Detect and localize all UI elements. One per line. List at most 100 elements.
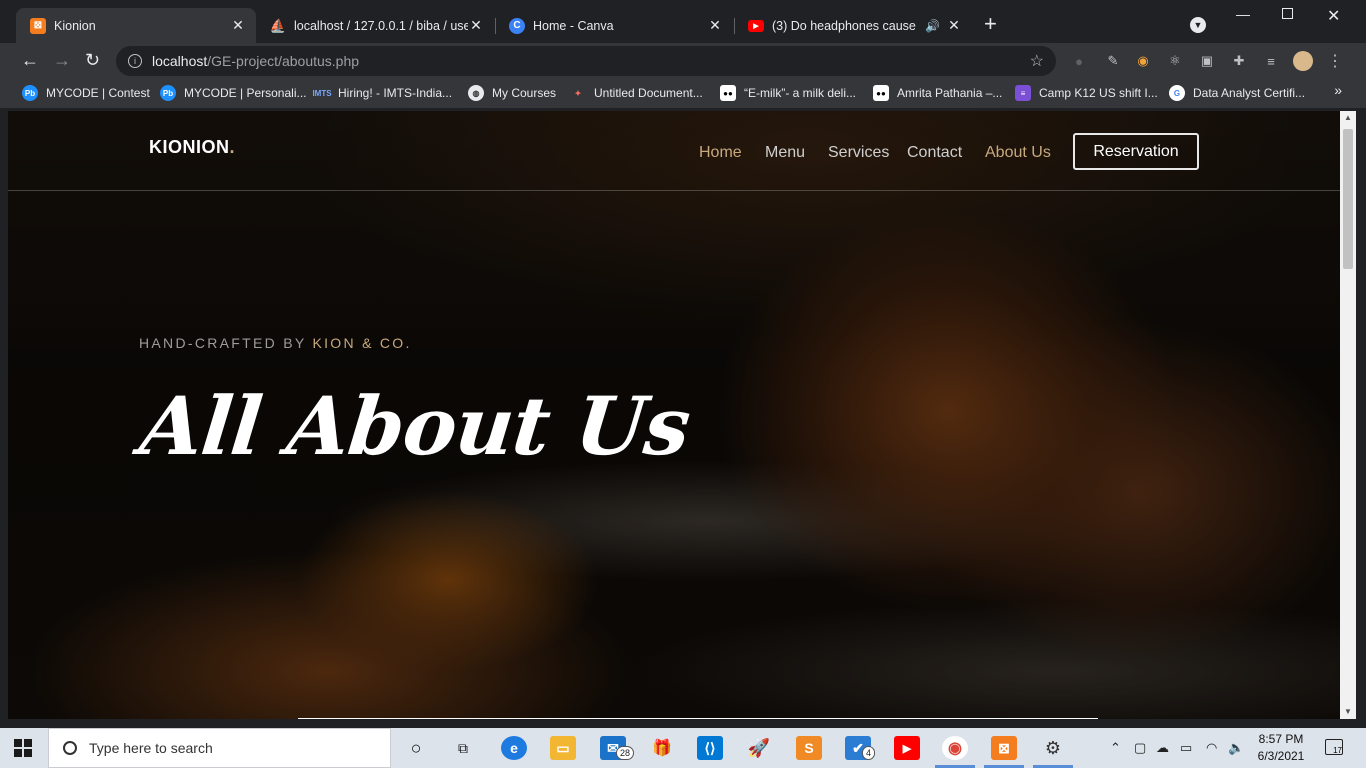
window-bottom-edge — [0, 719, 1366, 728]
profile-avatar[interactable] — [1293, 51, 1313, 71]
chrome-menu-icon[interactable]: ⋮ — [1326, 52, 1344, 70]
bookmark-item[interactable]: G Data Analyst Certifi... — [1169, 84, 1305, 102]
nav-services[interactable]: Services — [828, 144, 889, 162]
tab-phpmyadmin[interactable]: ⛵ localhost / 127.0.0.1 / biba / user ✕ — [256, 8, 494, 43]
bookmark-label: “E-milk”- a milk deli... — [744, 86, 857, 100]
scrollbar-thumb[interactable] — [1343, 129, 1353, 269]
bookmark-item[interactable]: ●● “E-milk”- a milk deli... — [720, 84, 856, 102]
google-icon: G — [1169, 85, 1185, 101]
bookmark-item[interactable]: IMTS Hiring! - IMTS-India... — [312, 84, 453, 102]
url-path: /GE-project/aboutus.php — [207, 53, 360, 69]
medium-icon: ●● — [720, 85, 736, 101]
rocket-app-icon[interactable]: 🚀 — [746, 736, 772, 760]
xampp-icon[interactable]: ⊠ — [991, 736, 1017, 760]
maximize-button[interactable] — [1282, 8, 1293, 19]
close-tab-icon[interactable]: ✕ — [468, 17, 484, 34]
bookmarks-overflow-icon[interactable]: » — [1334, 82, 1342, 98]
close-window-button[interactable]: ✕ — [1327, 6, 1340, 26]
notification-center-icon[interactable]: 17 — [1325, 739, 1343, 755]
extensions-puzzle-icon[interactable]: ✚ — [1230, 52, 1248, 70]
onedrive-icon[interactable]: ☁ — [1156, 740, 1169, 756]
youtube-app-icon[interactable]: ▶ — [894, 736, 920, 760]
taskbar-search-box[interactable]: Type here to search — [48, 728, 391, 768]
chrome-icon[interactable]: ◉ — [942, 736, 968, 760]
bookmark-star-icon[interactable]: ☆ — [1030, 51, 1044, 71]
back-button[interactable]: ← — [21, 50, 39, 70]
settings-gear-icon[interactable]: ⚙ — [1040, 736, 1066, 760]
sublime-text-icon[interactable]: S — [796, 736, 822, 760]
address-bar[interactable]: i localhost/GE-project/aboutus.php ☆ — [116, 46, 1056, 76]
meet-now-icon[interactable]: ▢ — [1134, 740, 1146, 756]
clock-date: 6/3/2021 — [1257, 749, 1305, 763]
bookmark-item[interactable]: Pb MYCODE | Personali... — [160, 84, 306, 102]
bookmark-item[interactable]: ≡ Camp K12 US shift I... — [1015, 84, 1158, 102]
tab-title: Home - Canva — [533, 18, 614, 33]
forward-button[interactable]: → — [53, 50, 71, 70]
browser-toolbar: ← → ↻ i localhost/GE-project/aboutus.php… — [0, 43, 1366, 79]
eyebrow-brand: KION & CO. — [312, 335, 412, 351]
todo-badge: 4 — [862, 746, 876, 760]
tray-overflow-icon[interactable]: ⌃ — [1110, 740, 1121, 756]
task-view-icon[interactable]: ⧉ — [450, 736, 476, 760]
tab-canva[interactable]: C Home - Canva ✕ — [495, 8, 733, 43]
volume-icon[interactable]: 🔈 — [1228, 740, 1244, 756]
bookmark-label: Camp K12 US shift I... — [1039, 86, 1158, 100]
nav-menu[interactable]: Menu — [765, 144, 805, 162]
bookmark-label: My Courses — [492, 86, 557, 100]
tab-title: (3) Do headphones cause he — [772, 18, 920, 33]
bookmark-item[interactable]: ●● Amrita Pathania –... — [873, 84, 1002, 102]
screen-capture-icon[interactable]: ▣ — [1198, 52, 1216, 70]
vscode-icon[interactable]: ⟨⟩ — [697, 736, 723, 760]
windows-taskbar: Type here to search ○ ⧉ e ▭ ✉ 28 🎁 ⟨⟩ 🚀 … — [0, 728, 1366, 768]
tab-kionion[interactable]: ⊠ Kionion ✕ — [16, 8, 256, 43]
new-tab-button[interactable]: + — [984, 13, 997, 35]
nav-home[interactable]: Home — [699, 144, 742, 162]
tab-youtube[interactable]: ▶ (3) Do headphones cause he 🔊 ✕ — [734, 8, 972, 43]
site-header: KIONION. Home Menu Services Contact Abou… — [8, 111, 1340, 191]
bookmark-label: Amrita Pathania –... — [897, 86, 1003, 100]
bookmark-label: Hiring! - IMTS-India... — [338, 86, 453, 100]
mycode-icon: Pb — [160, 85, 176, 101]
scroll-up-arrow-icon[interactable]: ▲ — [1340, 111, 1356, 125]
site-info-icon[interactable]: i — [128, 54, 142, 68]
close-tab-icon[interactable]: ✕ — [230, 17, 246, 34]
scroll-down-arrow-icon[interactable]: ▼ — [1340, 705, 1356, 719]
battery-icon[interactable]: ▭ — [1180, 740, 1192, 756]
close-tab-icon[interactable]: ✕ — [707, 17, 723, 34]
reservation-button[interactable]: Reservation — [1073, 133, 1199, 170]
site-logo[interactable]: KIONION. — [149, 137, 235, 158]
cortana-icon[interactable]: ○ — [403, 736, 429, 760]
file-explorer-icon[interactable]: ▭ — [550, 736, 576, 760]
logo-dot: . — [229, 137, 236, 157]
reading-list-icon[interactable]: ≡ — [1262, 52, 1280, 70]
minimize-button[interactable]: — — [1236, 6, 1250, 22]
extension-icon[interactable]: ● — [1070, 52, 1088, 70]
window-edge — [1356, 111, 1366, 719]
mycode-icon: Pb — [22, 85, 38, 101]
logo-text: KIONION — [149, 137, 230, 157]
bookmark-item[interactable]: ◍ My Courses — [468, 84, 556, 102]
figma-icon: ✦ — [574, 88, 582, 98]
page-scrollbar[interactable]: ▲ ▼ — [1340, 111, 1356, 719]
globe-icon: ◍ — [468, 85, 484, 101]
close-tab-icon[interactable]: ✕ — [946, 17, 962, 34]
windows-start-icon[interactable] — [14, 739, 32, 757]
xampp-icon: ⊠ — [30, 17, 46, 34]
bookmark-item[interactable]: ✦ Untitled Document... — [570, 84, 703, 102]
react-devtools-icon[interactable]: ⚛ — [1166, 52, 1184, 70]
nav-contact[interactable]: Contact — [907, 144, 962, 162]
gift-icon[interactable]: 🎁 — [649, 736, 675, 760]
pen-extension-icon[interactable]: ✎ — [1104, 52, 1122, 70]
bookmark-item[interactable]: Pb MYCODE | Contest — [22, 84, 150, 102]
edge-icon[interactable]: e — [501, 736, 527, 760]
wifi-icon[interactable]: ◠ — [1206, 740, 1217, 756]
nav-about-us[interactable]: About Us — [985, 144, 1051, 162]
url-host: localhost — [152, 53, 208, 69]
tab-title: Kionion — [54, 18, 96, 33]
reload-button[interactable]: ↻ — [85, 50, 100, 70]
owl-extension-icon[interactable]: ◉ — [1134, 52, 1152, 70]
system-clock[interactable]: 8:57 PM 6/3/2021 — [1251, 731, 1311, 765]
audio-playing-icon[interactable]: 🔊 — [925, 19, 940, 33]
tab-title: localhost / 127.0.0.1 / biba / user — [294, 18, 468, 33]
tab-search-icon[interactable]: ▼ — [1190, 17, 1206, 33]
